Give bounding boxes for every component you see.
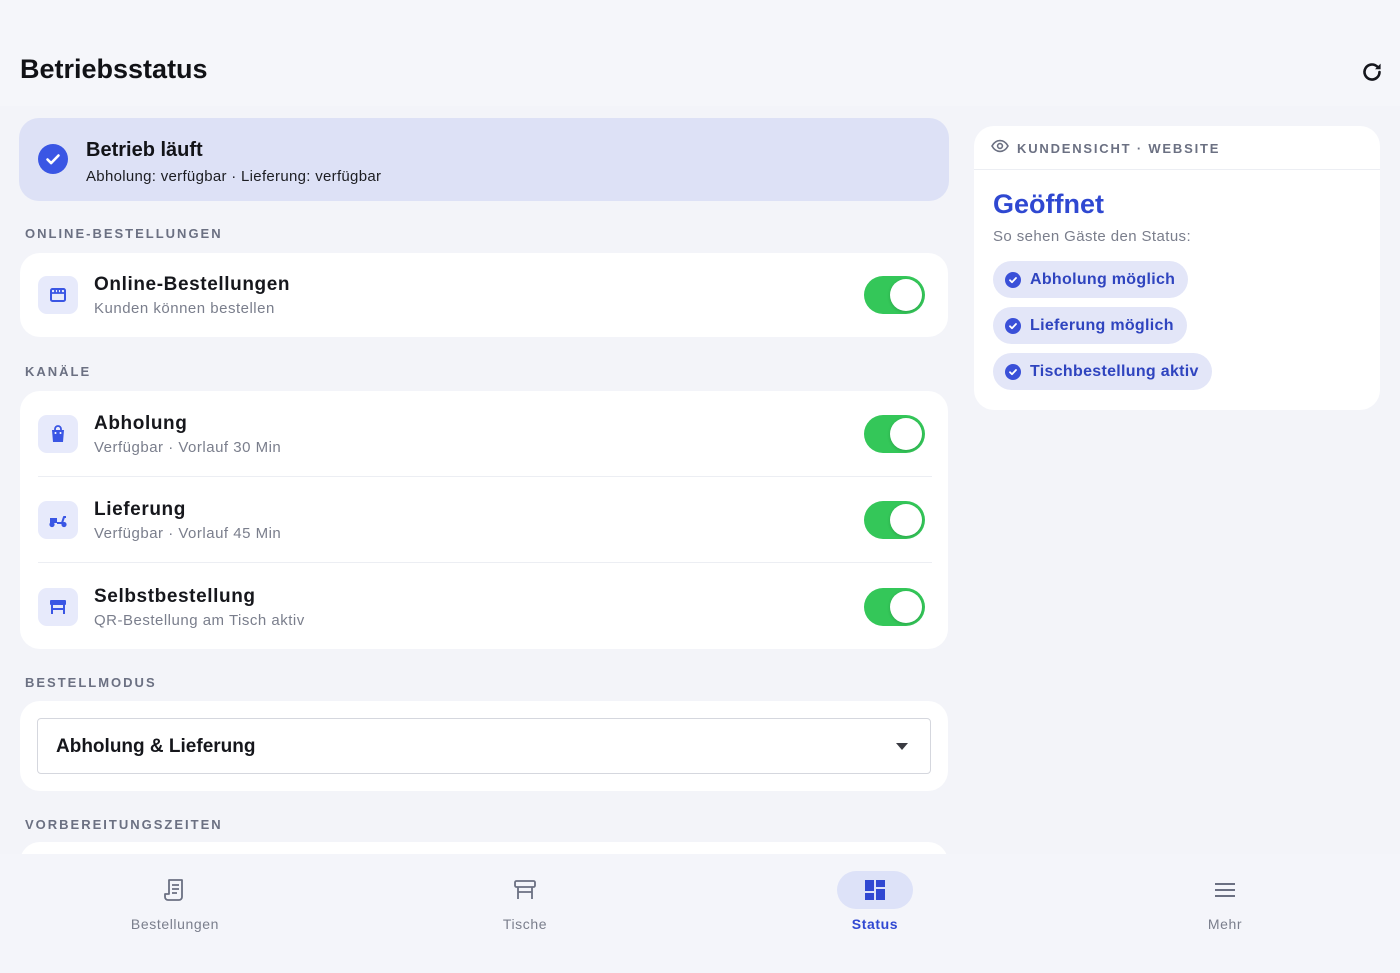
section-label-channels: KANÄLE <box>25 364 92 379</box>
prep-times-card <box>20 842 948 854</box>
section-label-prep-times: VORBEREITUNGSZEITEN <box>25 817 223 832</box>
status-pill: Lieferung möglich <box>993 307 1187 344</box>
nav-item-tische[interactable]: Tische <box>425 854 625 954</box>
table-icon <box>514 880 536 899</box>
channel-row-abholung: Abholung Verfügbar · Vorlauf 30 Min <box>20 391 948 477</box>
customer-status-subtitle: So sehen Gäste den Status: <box>993 228 1192 245</box>
nav-label: Mehr <box>1207 916 1243 932</box>
check-circle-icon <box>38 144 68 174</box>
selbstbestellung-toggle[interactable] <box>864 588 925 626</box>
online-orders-toggle[interactable] <box>864 276 925 314</box>
banner-subtitle: Abholung: verfügbar · Lieferung: verfügb… <box>86 168 382 185</box>
toggle-knob <box>890 591 922 623</box>
row-title: Abholung <box>94 413 188 434</box>
page-title: Betriebsstatus <box>20 54 208 84</box>
refresh-button[interactable] <box>1356 56 1388 88</box>
order-mode-value: Abholung & Lieferung <box>56 736 256 757</box>
receipt-icon <box>164 879 183 901</box>
pill-label: Tischbestellung aktiv <box>1030 362 1199 380</box>
nav-icon-wrap <box>137 871 213 909</box>
refresh-icon <box>1363 63 1381 81</box>
row-divider <box>38 562 932 563</box>
nav-label: Tische <box>502 916 548 932</box>
pill-label: Lieferung möglich <box>1030 316 1174 334</box>
table-icon <box>38 588 78 626</box>
nav-icon-wrap <box>1187 871 1263 909</box>
nav-label: Bestellungen <box>130 916 220 932</box>
customer-view-card: KUNDENSICHT · WEBSITE Geöffnet So sehen … <box>974 126 1380 410</box>
status-pill: Tischbestellung aktiv <box>993 353 1212 390</box>
bottom-nav: Bestellungen Tische Status Mehr <box>0 854 1400 973</box>
channel-row-selbstbestellung: Selbstbestellung QR-Bestellung am Tisch … <box>20 564 948 650</box>
lieferung-toggle[interactable] <box>864 501 925 539</box>
shopping-bag-icon <box>38 415 78 453</box>
customer-view-label: KUNDENSICHT · WEBSITE <box>1017 141 1221 156</box>
toggle-knob <box>890 279 922 311</box>
nav-item-mehr[interactable]: Mehr <box>1125 854 1325 954</box>
row-title: Selbstbestellung <box>94 586 256 607</box>
main-content: Betrieb läuft Abholung: verfügbar · Lief… <box>0 106 1400 854</box>
nav-icon-wrap <box>837 871 913 909</box>
abholung-toggle[interactable] <box>864 415 925 453</box>
banner-title: Betrieb läuft <box>86 139 203 161</box>
row-subtitle: QR-Bestellung am Tisch aktiv <box>94 612 305 629</box>
channels-card: Abholung Verfügbar · Vorlauf 30 Min Lief… <box>20 391 948 649</box>
row-title: Lieferung <box>94 499 186 520</box>
status-banner: Betrieb läuft Abholung: verfügbar · Lief… <box>19 118 949 201</box>
dashboard-icon <box>865 880 885 900</box>
status-pill: Abholung möglich <box>993 261 1189 298</box>
check-circle-icon <box>1005 317 1021 334</box>
nav-icon-wrap <box>487 871 563 909</box>
row-subtitle: Verfügbar · Vorlauf 30 Min <box>94 439 282 456</box>
check-circle-icon <box>1005 363 1021 380</box>
toggle-knob <box>890 418 922 450</box>
nav-item-status[interactable]: Status <box>775 854 975 954</box>
online-orders-card: Online-Bestellungen Kunden können bestel… <box>20 253 948 337</box>
order-mode-card: Abholung & Lieferung <box>20 701 948 791</box>
scooter-icon <box>38 501 78 539</box>
nav-label: Status <box>851 916 899 932</box>
row-title: Online-Bestellungen <box>94 274 291 295</box>
customer-view-header: KUNDENSICHT · WEBSITE <box>974 126 1380 170</box>
section-label-online: ONLINE-BESTELLUNGEN <box>25 226 223 241</box>
check-circle-icon <box>1005 271 1021 288</box>
chevron-down-icon <box>896 743 908 750</box>
order-mode-select[interactable]: Abholung & Lieferung <box>37 718 931 774</box>
nav-item-bestellungen[interactable]: Bestellungen <box>75 854 275 954</box>
channel-row-lieferung: Lieferung Verfügbar · Vorlauf 45 Min <box>20 477 948 563</box>
toggle-knob <box>890 504 922 536</box>
menu-icon <box>1215 883 1235 897</box>
row-subtitle: Kunden können bestellen <box>94 300 275 317</box>
app-header: Betriebsstatus <box>0 0 1400 106</box>
storefront-icon <box>38 276 78 314</box>
pill-label: Abholung möglich <box>1030 270 1176 288</box>
online-orders-row: Online-Bestellungen Kunden können bestel… <box>20 252 948 338</box>
eye-icon <box>991 139 1009 153</box>
section-label-order-mode: BESTELLMODUS <box>25 675 157 690</box>
customer-status: Geöffnet <box>993 189 1104 219</box>
row-subtitle: Verfügbar · Vorlauf 45 Min <box>94 525 282 542</box>
